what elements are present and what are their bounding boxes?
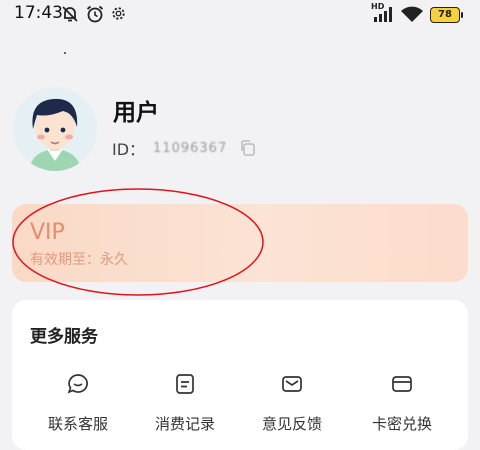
status-time: 17:43 [14,3,63,23]
username: 用户 [113,100,159,126]
user-id-row: ID： 11096367 [112,136,257,160]
battery-tip [461,12,463,18]
service-label: 卡密兑换 [371,415,432,433]
service-label: 联系客服 [47,415,108,433]
red-highlight-ellipse [12,188,264,296]
battery-icon: 78 [430,7,460,23]
card-icon [392,376,412,392]
service-purchase-history[interactable]: 消费记录 [135,372,235,442]
more-services-title: 更多服务 [30,327,98,347]
mail-icon [282,376,302,392]
gear-icon [112,7,125,20]
alarm-icon [86,5,104,23]
service-card-redeem[interactable]: 卡密兑换 [352,372,452,442]
stray-dot [64,52,66,54]
service-feedback[interactable]: 意见反馈 [242,372,342,442]
service-label: 意见反馈 [261,415,322,433]
avatar-illustration [29,98,81,171]
chat-bubble-icon [67,374,88,394]
avatar[interactable] [13,87,97,171]
service-label: 消费记录 [154,415,215,433]
copy-icon[interactable] [239,139,257,157]
id-label: ID： [112,140,146,159]
more-services-card: 更多服务 联系客服 消费记录 意见反馈 卡密兑换 [12,300,468,450]
service-contact-support[interactable]: 联系客服 [28,372,128,442]
status-bar: 17:43 HD 78 [0,0,480,30]
wifi-icon [401,6,423,22]
signal-icon [374,7,392,22]
muted-bell-icon [62,6,78,22]
receipt-icon [176,374,194,394]
id-value: 11096367 [153,140,228,156]
